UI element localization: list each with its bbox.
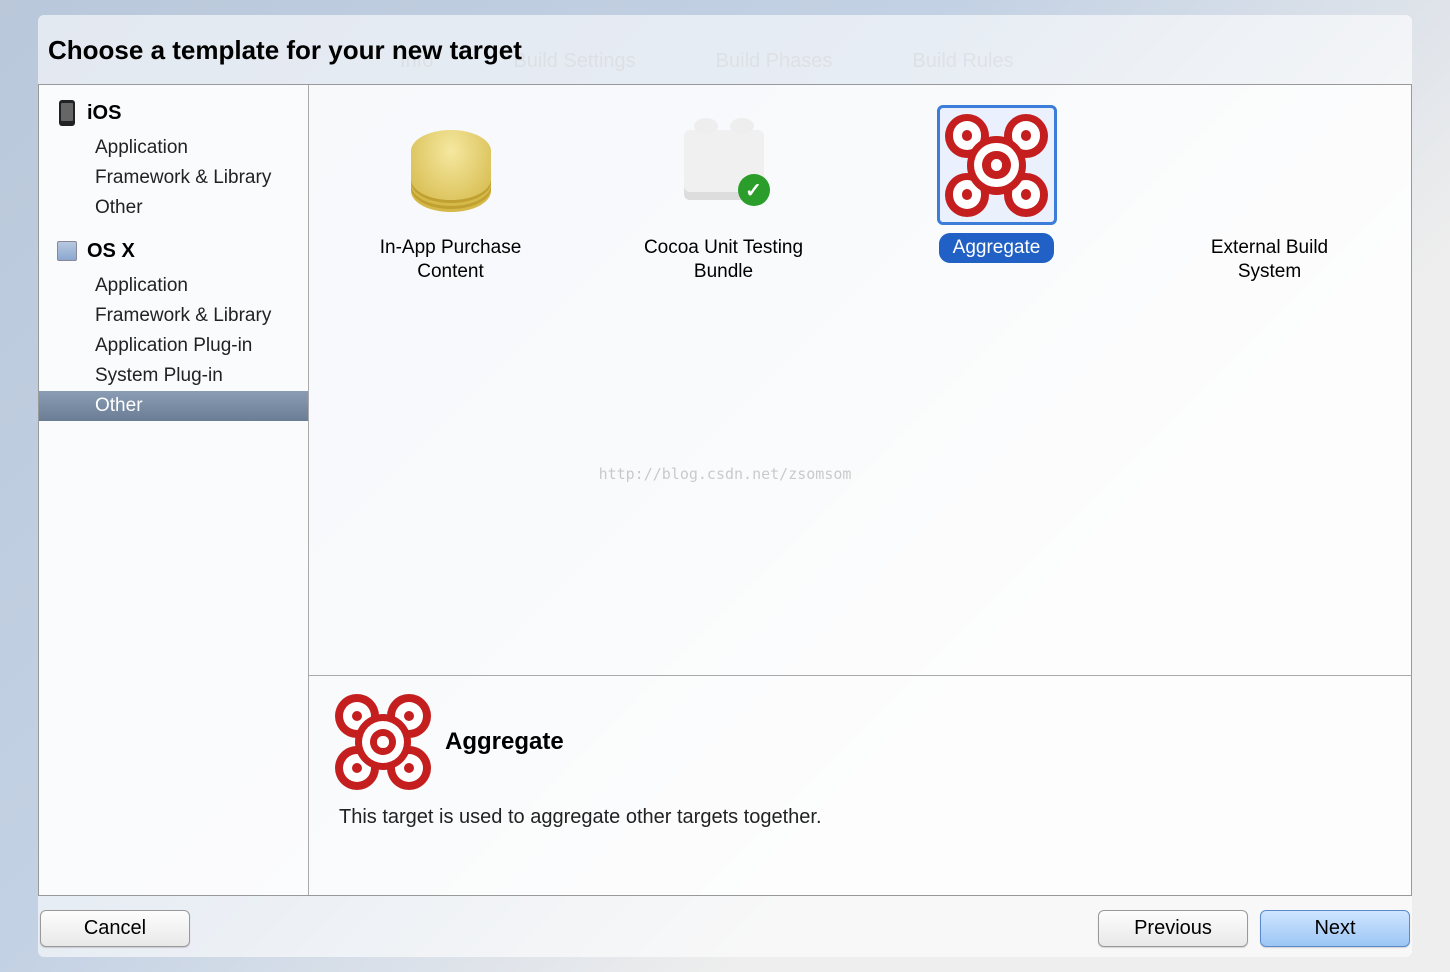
cancel-button[interactable]: Cancel [40,910,190,947]
template-label: Cocoa Unit Testing Bundle [619,233,829,287]
template-aggregate[interactable]: Aggregate [892,105,1102,263]
template-external-build[interactable]: External Build System [1165,105,1375,287]
sidebar-item-ios-application[interactable]: Application [39,133,308,163]
sidebar-item-osx-application[interactable]: Application [39,271,308,301]
template-in-app-purchase[interactable]: In-App Purchase Content [346,105,556,287]
detail-description: This target is used to aggregate other t… [339,806,1381,829]
detail-panel: Aggregate This target is used to aggrega… [309,675,1411,895]
coins-icon [391,105,511,225]
target-icon [1210,105,1330,225]
aggregate-icon [339,698,427,786]
next-button[interactable]: Next [1260,910,1410,947]
template-label: Aggregate [939,233,1055,263]
previous-button[interactable]: Previous [1098,910,1248,947]
detail-title: Aggregate [445,728,564,756]
platform-label: OS X [87,240,135,263]
sidebar-item-osx-other[interactable]: Other [39,391,308,421]
sidebar: iOS Application Framework & Library Othe… [39,85,309,895]
sidebar-item-osx-app-plugin[interactable]: Application Plug-in [39,331,308,361]
sidebar-item-ios-framework[interactable]: Framework & Library [39,163,308,193]
content-area: In-App Purchase Content ✓ Cocoa Unit Tes… [309,85,1411,895]
dialog-title: Choose a template for your new target [38,15,1412,84]
sidebar-item-osx-framework[interactable]: Framework & Library [39,301,308,331]
platform-header-osx[interactable]: OS X [39,231,308,271]
platform-header-ios[interactable]: iOS [39,93,308,133]
aggregate-icon [937,105,1057,225]
platform-label: iOS [87,102,121,125]
button-bar: Cancel Previous Next [38,904,1412,957]
sidebar-item-ios-other[interactable]: Other [39,193,308,223]
mac-icon [57,237,77,265]
template-label: In-App Purchase Content [346,233,556,287]
lego-check-icon: ✓ [664,105,784,225]
template-label: External Build System [1165,233,1375,287]
template-grid: In-App Purchase Content ✓ Cocoa Unit Tes… [309,85,1411,675]
sidebar-item-osx-system-plugin[interactable]: System Plug-in [39,361,308,391]
main-panel: iOS Application Framework & Library Othe… [38,84,1412,896]
new-target-dialog: Choose a template for your new target iO… [38,15,1412,957]
template-cocoa-unit-testing[interactable]: ✓ Cocoa Unit Testing Bundle [619,105,829,287]
iphone-icon [57,99,77,127]
